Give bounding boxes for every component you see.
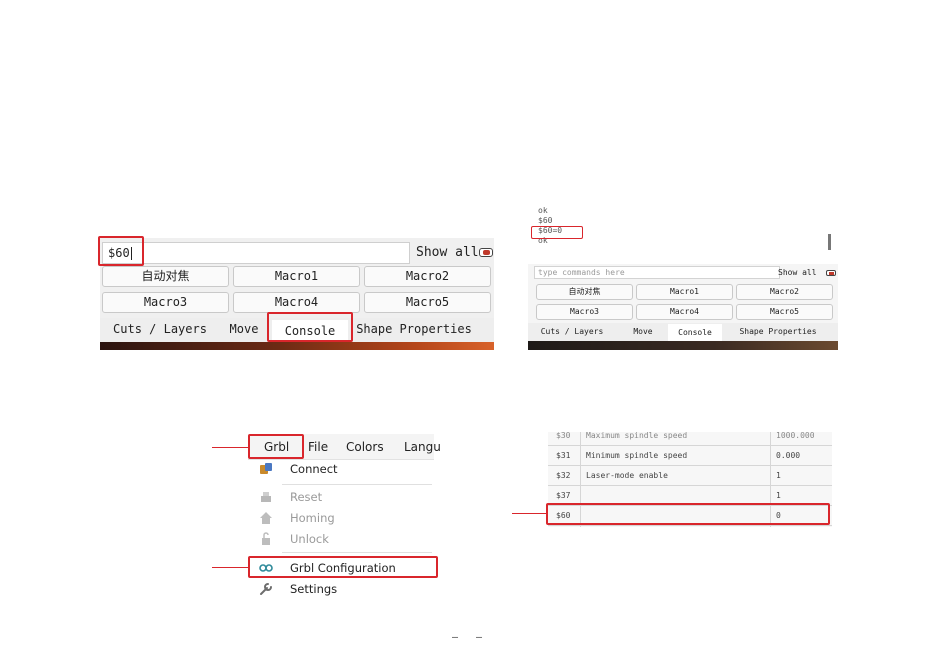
command-input[interactable]: $60 bbox=[102, 242, 410, 264]
menu-item-label: Homing bbox=[290, 511, 335, 525]
macro-button-1[interactable]: Macro1 bbox=[233, 266, 360, 287]
console-panel-small: ok $60 $60=0 ok type commands here Show … bbox=[528, 202, 838, 350]
command-placeholder: type commands here bbox=[538, 268, 625, 277]
menu-item-label: Settings bbox=[290, 582, 338, 596]
table-row[interactable]: $31 Minimum spindle speed 0.000 bbox=[548, 446, 832, 466]
table-row[interactable]: $32 Laser-mode enable 1 bbox=[548, 466, 832, 486]
menu-item-label: Connect bbox=[290, 462, 338, 476]
menu-colors[interactable]: Colors bbox=[346, 434, 384, 460]
menu-separator bbox=[282, 484, 432, 485]
reset-icon bbox=[261, 492, 271, 502]
macro-button-2[interactable]: Macro2 bbox=[736, 284, 833, 300]
show-all-label: Show all bbox=[778, 268, 817, 277]
highlight-grbl-menu bbox=[248, 434, 304, 459]
setting-value: 1000.000 bbox=[776, 431, 815, 440]
table-row[interactable]: $30 Maximum spindle speed 1000.000 bbox=[548, 426, 832, 446]
connect-icon bbox=[260, 463, 272, 474]
menu-file[interactable]: File bbox=[308, 434, 328, 460]
tab-shape-properties[interactable]: Shape Properties bbox=[728, 323, 828, 340]
setting-name: Minimum spindle speed bbox=[586, 451, 688, 460]
console-log: ok $60 $60=0 ok bbox=[528, 202, 838, 264]
leader-line bbox=[212, 567, 248, 568]
setting-code: $30 bbox=[556, 431, 571, 440]
grbl-menu-panel: Grbl File Colors Langu Connect Reset Hom… bbox=[248, 434, 441, 600]
show-all-toggle[interactable] bbox=[826, 270, 836, 276]
leader-line bbox=[212, 447, 248, 448]
show-all-label: Show all bbox=[416, 245, 479, 260]
tab-shape-properties[interactable]: Shape Properties bbox=[354, 318, 474, 340]
macro-button-2[interactable]: Macro2 bbox=[364, 266, 491, 287]
log-line: ok bbox=[538, 206, 548, 215]
homing-icon bbox=[260, 512, 272, 524]
highlight-console-tab bbox=[267, 312, 353, 342]
menu-item-label: Unlock bbox=[290, 532, 329, 546]
log-scrollbar[interactable] bbox=[828, 234, 831, 250]
setting-code: $32 bbox=[556, 471, 571, 480]
tab-move[interactable]: Move bbox=[624, 323, 662, 340]
macro-button-3[interactable]: Macro3 bbox=[536, 304, 633, 320]
macro-button-4[interactable]: Macro4 bbox=[233, 292, 360, 313]
tab-cuts-layers[interactable]: Cuts / Layers bbox=[102, 318, 218, 340]
workspace-preview-strip bbox=[100, 342, 494, 350]
setting-value: 0.000 bbox=[776, 451, 801, 460]
console-panel-large: $60 Show all 自动对焦 Macro1 Macro2 Macro3 M… bbox=[98, 236, 494, 350]
page-marker: — — bbox=[452, 632, 489, 643]
menu-item-homing[interactable]: Homing bbox=[248, 507, 434, 529]
setting-value: 1 bbox=[776, 471, 781, 480]
menu-language[interactable]: Langu bbox=[404, 434, 441, 460]
menu-item-unlock[interactable]: Unlock bbox=[248, 528, 434, 550]
tab-cuts-layers[interactable]: Cuts / Layers bbox=[532, 323, 612, 340]
highlight-command-input bbox=[98, 236, 144, 266]
macro-button-3[interactable]: Macro3 bbox=[102, 292, 229, 313]
macro-button-autofocus[interactable]: 自动对焦 bbox=[102, 266, 229, 287]
setting-name: Laser-mode enable bbox=[586, 471, 668, 480]
macro-button-autofocus[interactable]: 自动对焦 bbox=[536, 284, 633, 300]
command-input[interactable]: type commands here bbox=[534, 266, 780, 279]
leader-line bbox=[512, 513, 548, 514]
menu-item-connect[interactable]: Connect bbox=[248, 458, 434, 480]
unlock-icon bbox=[262, 532, 270, 545]
menu-separator bbox=[282, 552, 432, 553]
macro-button-5[interactable]: Macro5 bbox=[364, 292, 491, 313]
settings-table: $30 Maximum spindle speed 1000.000 $31 M… bbox=[546, 431, 832, 527]
show-all-toggle[interactable] bbox=[479, 248, 493, 257]
highlight-log-result bbox=[531, 226, 583, 239]
macro-button-4[interactable]: Macro4 bbox=[636, 304, 733, 320]
menu-item-label: Reset bbox=[290, 490, 323, 504]
tab-console[interactable]: Console bbox=[668, 324, 722, 341]
highlight-grbl-configuration bbox=[248, 556, 438, 578]
setting-name: Maximum spindle speed bbox=[586, 431, 688, 440]
macro-button-1[interactable]: Macro1 bbox=[636, 284, 733, 300]
workspace-preview-strip bbox=[528, 341, 838, 350]
macro-button-5[interactable]: Macro5 bbox=[736, 304, 833, 320]
tab-move[interactable]: Move bbox=[220, 318, 268, 340]
setting-code: $31 bbox=[556, 451, 571, 460]
menu-item-reset[interactable]: Reset bbox=[248, 486, 434, 508]
log-line: $60 bbox=[538, 216, 553, 225]
highlight-setting-60 bbox=[546, 503, 830, 525]
menu-item-settings[interactable]: Settings bbox=[248, 578, 434, 600]
wrench-icon bbox=[260, 583, 272, 595]
